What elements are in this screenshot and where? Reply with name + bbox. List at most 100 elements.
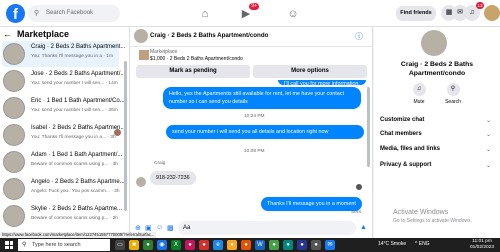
search-icon: ⚲ (446, 83, 460, 96)
conversation-item[interactable]: Skylie · 2 Beds 2 Baths Apartme... Bewar… (2, 203, 123, 229)
back-arrow-icon[interactable]: ← (3, 29, 12, 39)
nav-groups-icon[interactable]: ☺ (283, 5, 303, 23)
conversation-item[interactable]: Jose · 2 Beds 2 Baths Apartment/... You:… (2, 68, 125, 94)
task-view-icon[interactable]: ▭ (115, 240, 125, 250)
chat-avatar[interactable] (134, 29, 148, 43)
conversation-title: Eric · 1 Bed 1 Bath Apartment/Co... (31, 98, 125, 104)
chat-title[interactable]: Craig · 2 Beds 2 Baths Apartment/condo (150, 32, 268, 39)
listing-image (139, 50, 149, 60)
chrome-icon[interactable]: ◉ (157, 240, 167, 250)
read-receipt-avatar (114, 129, 121, 136)
find-friends-button[interactable]: Find friends (396, 6, 436, 21)
conversation-preview: You: send your number I will sen... · 36… (31, 108, 118, 113)
conversation-preview: You: Thanks I'll message you in a · 1m (31, 54, 113, 59)
listing-thumbnail (3, 205, 25, 227)
conversation-title: Craig · 2 Beds 2 Baths Apartment... (31, 44, 126, 50)
facebook-logo[interactable]: f (6, 4, 25, 23)
conversation-item[interactable]: Craig · 2 Beds 2 Baths Apartment... You:… (2, 41, 125, 67)
sidebar-title: Marketplace (17, 29, 70, 39)
conversation-preview: Angelo: Fuck you.. You pos scamm... · 3h (31, 189, 120, 194)
listing-thumbnail (3, 124, 25, 146)
chevron-down-icon[interactable]: ⌄ (486, 131, 491, 138)
messenger-taskbar-icon[interactable]: ✉ (325, 240, 335, 250)
app-icon[interactable]: ● (143, 240, 153, 250)
file-explorer-icon[interactable]: ■ (129, 240, 139, 250)
system-tray[interactable]: ^ ENG (415, 241, 430, 247)
listing-thumbnail (3, 97, 25, 119)
chat-info-icon[interactable]: ⓘ (355, 31, 363, 42)
chevron-down-icon[interactable]: ⌄ (486, 146, 491, 153)
sent-status: Sent (351, 210, 361, 215)
message-bubble-outgoing: I'll call you for more information. (278, 80, 366, 85)
app-icon[interactable]: ● (283, 240, 293, 250)
chat-panel: Craig · 2 Beds 2 Baths Apartment/condo ⓘ… (130, 27, 373, 238)
watch-badge: 9+ (249, 3, 259, 10)
listing-card[interactable]: Marketplace $1,000 · 2 Beds 2 Baths Apar… (136, 48, 367, 64)
nav-home-icon[interactable]: ⌂ (195, 5, 215, 23)
windows-start-icon[interactable] (5, 241, 13, 249)
notifications-badge: 13 (475, 2, 484, 9)
image-icon[interactable]: ▣ (145, 224, 152, 232)
conversation-item[interactable]: Angelo · 2 Beds 2 Baths Apartme... Angel… (2, 176, 125, 202)
conversation-details-panel: Craig · 2 Beds 2 Baths Apartment/condo ♫… (374, 27, 500, 238)
app-icon[interactable]: ● (227, 240, 237, 250)
chat-members-item[interactable]: Chat members (380, 131, 422, 137)
privacy-support-item[interactable]: Privacy & support (380, 162, 431, 168)
bell-icon: ♫ (412, 83, 426, 96)
conversation-item[interactable]: Isabel · 2 Beds 2 Baths Apartmen... You:… (2, 122, 125, 148)
nav-watch-icon[interactable]: ▶ 9+ (236, 3, 259, 23)
app-icon[interactable]: ● (199, 240, 209, 250)
conversation-item[interactable]: Adam · 1 Bed 1 Bath Apartment/... Beware… (2, 149, 123, 175)
app-icon[interactable]: ● (311, 240, 321, 250)
sticker-icon[interactable]: ☺ (156, 224, 163, 231)
message-bubble-outgoing: Thanks I'll message you in a moment (261, 197, 362, 211)
contact-avatar[interactable] (421, 30, 447, 56)
seen-avatar (356, 184, 362, 190)
sidebar-scrollbar[interactable] (124, 61, 127, 211)
media-files-links-item[interactable]: Media, files and links (380, 146, 440, 152)
more-options-button[interactable]: More options (253, 65, 367, 78)
app-icon[interactable]: ● (297, 240, 307, 250)
chevron-down-icon[interactable]: ⌄ (486, 162, 491, 169)
word-icon[interactable]: W (255, 240, 265, 250)
taskbar-search-input[interactable]: ⚲ Type here to search (18, 239, 110, 251)
search-label: Search (445, 99, 461, 105)
app-icon[interactable]: ● (241, 240, 251, 250)
conversation-title: Adam · 1 Bed 1 Bath Apartment/... (31, 152, 123, 158)
conversation-item[interactable]: Eric · 1 Bed 1 Bath Apartment/Co... You:… (2, 95, 125, 121)
top-navigation-bar: f ⚲ Search Facebook ⌂ ▶ 9+ ☺ Find friends… (0, 0, 500, 27)
message-input[interactable]: Aa (178, 221, 356, 235)
plus-icon[interactable]: ⊕ (135, 224, 141, 232)
app-icon[interactable]: ● (185, 240, 195, 250)
taskbar-clock[interactable]: 11:01 pm 01/02/2023 (470, 239, 494, 251)
clock-date: 01/02/2023 (470, 245, 495, 250)
sender-name: Craig (154, 161, 166, 166)
activate-windows-watermark: Activate Windows Go to Settings to activ… (393, 208, 472, 226)
conversation-title: Skylie · 2 Beds 2 Baths Apartme... (31, 206, 123, 212)
listing-thumbnail (3, 178, 25, 200)
gif-icon[interactable]: ▩ (167, 224, 174, 232)
search-conversation-button[interactable]: ⚲ Search (438, 83, 468, 105)
conversation-title: Angelo · 2 Beds 2 Baths Apartme... (31, 179, 125, 185)
search-placeholder: Search Facebook (46, 10, 94, 16)
conversation-preview: You: Thanks I'll message you in a... · 3… (31, 135, 116, 140)
customize-chat-item[interactable]: Customize chat (380, 117, 424, 123)
weather-widget[interactable]: 14°C Smoke (378, 241, 406, 247)
like-icon[interactable]: ▲ (360, 224, 367, 231)
edge-icon[interactable]: e (213, 240, 223, 250)
notifications-bell-icon[interactable]: ♫ 13 (464, 2, 484, 21)
mark-as-pending-button[interactable]: Mark as pending (136, 65, 250, 78)
message-timestamp: 10:08 PM (244, 149, 265, 154)
conversation-title: Jose · 2 Beds 2 Baths Apartment/... (31, 71, 126, 77)
search-input[interactable]: ⚲ Search Facebook (28, 5, 120, 22)
excel-icon[interactable]: X (171, 240, 181, 250)
chevron-down-icon[interactable]: ⌄ (486, 117, 491, 124)
message-composer: ⊕ ▣ ☺ ▩ Aa ▲ (130, 218, 373, 238)
mute-label: Mute (413, 99, 425, 105)
taskbar-search-placeholder: Type here to search (32, 242, 81, 248)
sender-avatar (136, 177, 146, 187)
chat-scrollbar[interactable] (367, 87, 370, 167)
app-icon[interactable]: ● (269, 240, 279, 250)
account-avatar[interactable] (484, 5, 500, 21)
mute-button[interactable]: ♫ Mute (404, 83, 434, 105)
